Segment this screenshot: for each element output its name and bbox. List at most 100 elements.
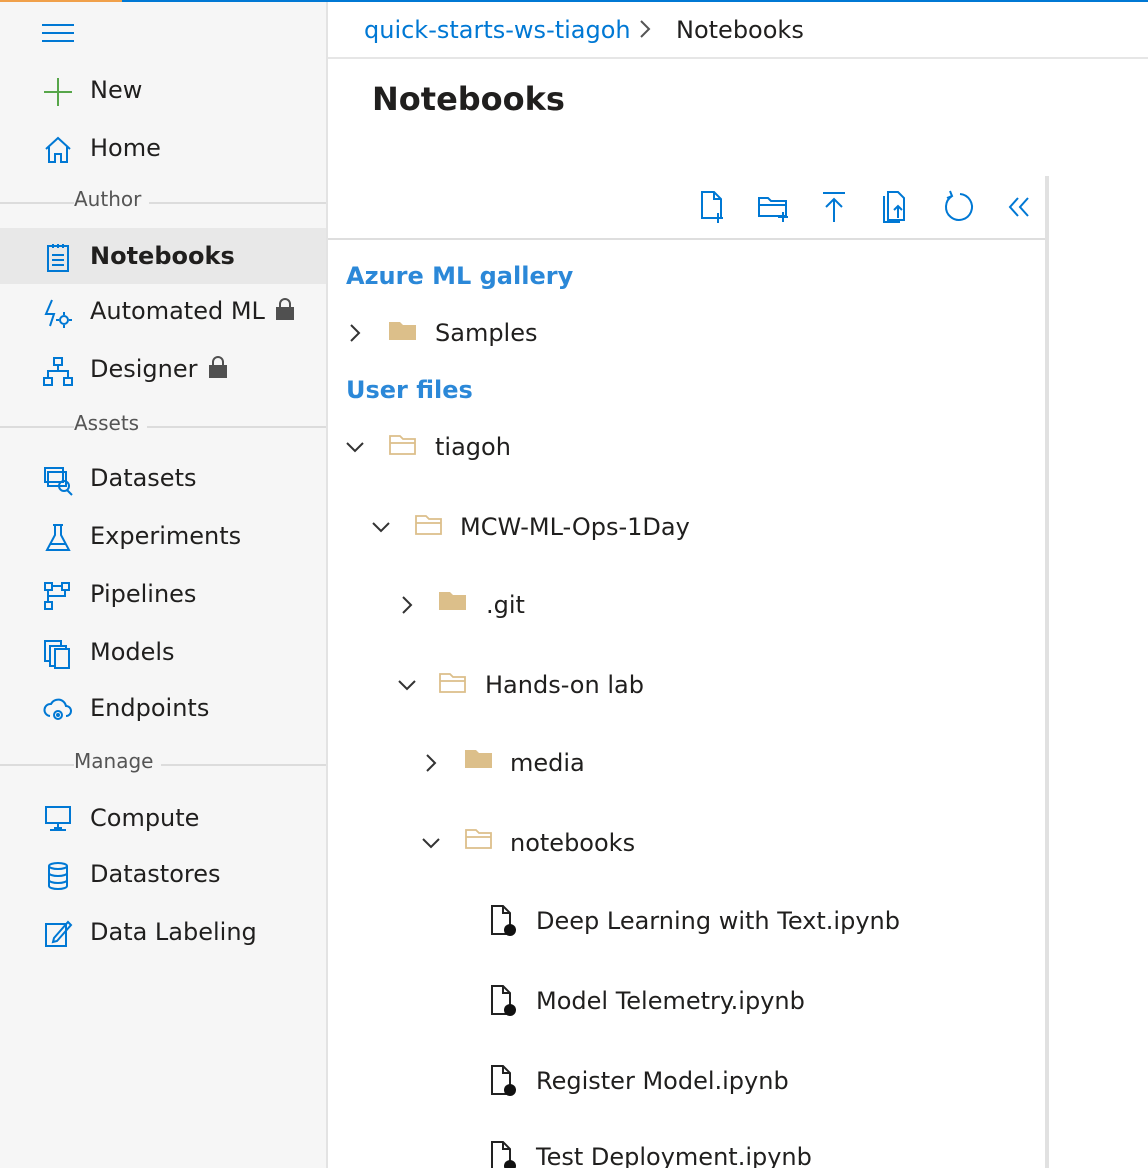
section-label-assets: Assets bbox=[74, 411, 148, 435]
page-title: Notebooks bbox=[372, 80, 565, 118]
endpoints-label: Endpoints bbox=[90, 694, 210, 722]
breadcrumb-current: Notebooks bbox=[676, 16, 804, 44]
chevron-down-icon[interactable] bbox=[396, 674, 418, 696]
sidebar-item-datasets[interactable]: Datasets bbox=[0, 450, 326, 506]
lock-icon bbox=[208, 355, 228, 385]
sidebar-item-data-labeling[interactable]: Data Labeling bbox=[0, 904, 326, 960]
automated-ml-label: Automated ML bbox=[90, 297, 295, 327]
tree-label-file: Test Deployment.ipynb bbox=[536, 1143, 812, 1168]
models-label: Models bbox=[90, 638, 175, 666]
chevron-right-icon[interactable] bbox=[420, 752, 442, 774]
database-icon bbox=[42, 860, 74, 892]
tree-label-mcw-ml-ops: MCW-ML-Ops-1Day bbox=[460, 513, 690, 541]
flask-icon bbox=[42, 522, 74, 554]
refresh-icon[interactable] bbox=[940, 188, 976, 226]
notebook-icon bbox=[42, 242, 74, 274]
designer-icon bbox=[42, 356, 74, 388]
home-label: Home bbox=[90, 134, 161, 162]
notebook-file-icon bbox=[488, 984, 518, 1018]
plus-icon bbox=[42, 76, 74, 108]
folder-open-icon bbox=[414, 512, 446, 538]
chevron-down-icon[interactable] bbox=[420, 832, 442, 854]
new-label: New bbox=[90, 76, 143, 104]
upload-icon[interactable] bbox=[816, 188, 852, 226]
chevron-down-icon[interactable] bbox=[370, 516, 392, 538]
sidebar-item-experiments[interactable]: Experiments bbox=[0, 508, 326, 564]
section-label-author: Author bbox=[74, 187, 150, 211]
datasets-label: Datasets bbox=[90, 464, 197, 492]
chevron-right-icon[interactable] bbox=[344, 322, 366, 344]
folder-open-icon bbox=[464, 826, 496, 852]
sidebar-item-home[interactable]: Home bbox=[0, 120, 326, 176]
tree-folder-hands-on-lab[interactable]: Hands-on lab bbox=[392, 662, 1040, 712]
sidebar: New Home Author Notebooks Automated ML D… bbox=[0, 2, 328, 1168]
tree-label-file: Deep Learning with Text.ipynb bbox=[536, 907, 900, 935]
upload-folder-icon[interactable] bbox=[880, 188, 916, 226]
tree-file[interactable]: Deep Learning with Text.ipynb bbox=[486, 898, 1040, 948]
folder-closed-icon bbox=[438, 588, 470, 614]
tree-file[interactable]: Register Model.ipynb bbox=[486, 1058, 1040, 1108]
tree-label-samples: Samples bbox=[435, 319, 538, 347]
user-files-heading: User files bbox=[346, 376, 473, 404]
tree-label-git: .git bbox=[486, 591, 525, 619]
sidebar-item-datastores[interactable]: Datastores bbox=[0, 846, 326, 902]
tree-label-media: media bbox=[510, 749, 585, 777]
tree-label-hands-on-lab: Hands-on lab bbox=[485, 671, 644, 699]
tree-folder-mcw-ml-ops[interactable]: MCW-ML-Ops-1Day bbox=[366, 504, 1040, 554]
automated-ml-icon bbox=[42, 298, 74, 330]
tree-file[interactable]: Model Telemetry.ipynb bbox=[486, 978, 1040, 1028]
tree-folder-media[interactable]: media bbox=[418, 740, 1040, 790]
chevron-right-icon[interactable] bbox=[396, 594, 418, 616]
sidebar-item-models[interactable]: Models bbox=[0, 624, 326, 680]
notebook-file-icon bbox=[488, 904, 518, 938]
panel-splitter[interactable] bbox=[1045, 176, 1049, 1168]
lock-icon bbox=[275, 297, 295, 327]
tree-label-file: Register Model.ipynb bbox=[536, 1067, 789, 1095]
tree-folder-samples[interactable]: Samples bbox=[340, 310, 1040, 360]
section-manage: Manage bbox=[0, 749, 326, 776]
data-labeling-label: Data Labeling bbox=[90, 918, 257, 946]
folder-open-icon bbox=[388, 432, 420, 458]
compute-icon bbox=[42, 804, 74, 836]
tree-label-file: Model Telemetry.ipynb bbox=[536, 987, 805, 1015]
compute-label: Compute bbox=[90, 804, 200, 832]
tree-folder-notebooks[interactable]: notebooks bbox=[418, 820, 1040, 870]
sidebar-item-pipelines[interactable]: Pipelines bbox=[0, 566, 326, 622]
sidebar-item-endpoints[interactable]: Endpoints bbox=[0, 680, 326, 736]
sidebar-item-compute[interactable]: Compute bbox=[0, 790, 326, 846]
endpoints-icon bbox=[42, 694, 74, 726]
folder-open-icon bbox=[438, 670, 470, 696]
tree-file[interactable]: Test Deployment.ipynb bbox=[486, 1136, 1040, 1168]
tree-folder-tiagoh[interactable]: tiagoh bbox=[340, 424, 1040, 474]
new-button[interactable]: New bbox=[0, 62, 326, 118]
notebooks-label: Notebooks bbox=[90, 242, 235, 270]
folder-closed-icon bbox=[388, 318, 420, 344]
sidebar-item-automated-ml[interactable]: Automated ML bbox=[0, 284, 326, 340]
sidebar-item-designer[interactable]: Designer bbox=[0, 342, 326, 398]
azure-ml-gallery-heading: Azure ML gallery bbox=[346, 262, 574, 290]
folder-closed-icon bbox=[464, 746, 496, 772]
header-divider bbox=[328, 57, 1148, 59]
sidebar-item-notebooks[interactable]: Notebooks bbox=[0, 228, 326, 284]
collapse-icon[interactable] bbox=[1000, 188, 1036, 226]
notebook-file-icon bbox=[488, 1064, 518, 1098]
toolbar-divider bbox=[328, 238, 1046, 240]
hamburger-menu-icon[interactable] bbox=[42, 22, 74, 44]
edit-icon bbox=[42, 918, 74, 950]
tree-label-notebooks: notebooks bbox=[510, 829, 636, 857]
home-icon bbox=[42, 134, 74, 166]
pipelines-icon bbox=[42, 580, 74, 612]
section-label-manage: Manage bbox=[74, 749, 162, 773]
chevron-down-icon[interactable] bbox=[344, 436, 366, 458]
designer-label: Designer bbox=[90, 355, 228, 385]
new-file-icon[interactable] bbox=[696, 188, 732, 226]
notebook-file-icon bbox=[488, 1140, 518, 1168]
section-author: Author bbox=[0, 187, 326, 214]
datastores-label: Datastores bbox=[90, 860, 221, 888]
new-folder-icon[interactable] bbox=[756, 188, 792, 226]
section-assets: Assets bbox=[0, 411, 326, 438]
breadcrumb-workspace-link[interactable]: quick-starts-ws-tiagoh bbox=[364, 16, 631, 44]
datasets-icon bbox=[42, 464, 74, 496]
tree-folder-git[interactable]: .git bbox=[392, 582, 1040, 632]
tree-label-tiagoh: tiagoh bbox=[435, 433, 511, 461]
